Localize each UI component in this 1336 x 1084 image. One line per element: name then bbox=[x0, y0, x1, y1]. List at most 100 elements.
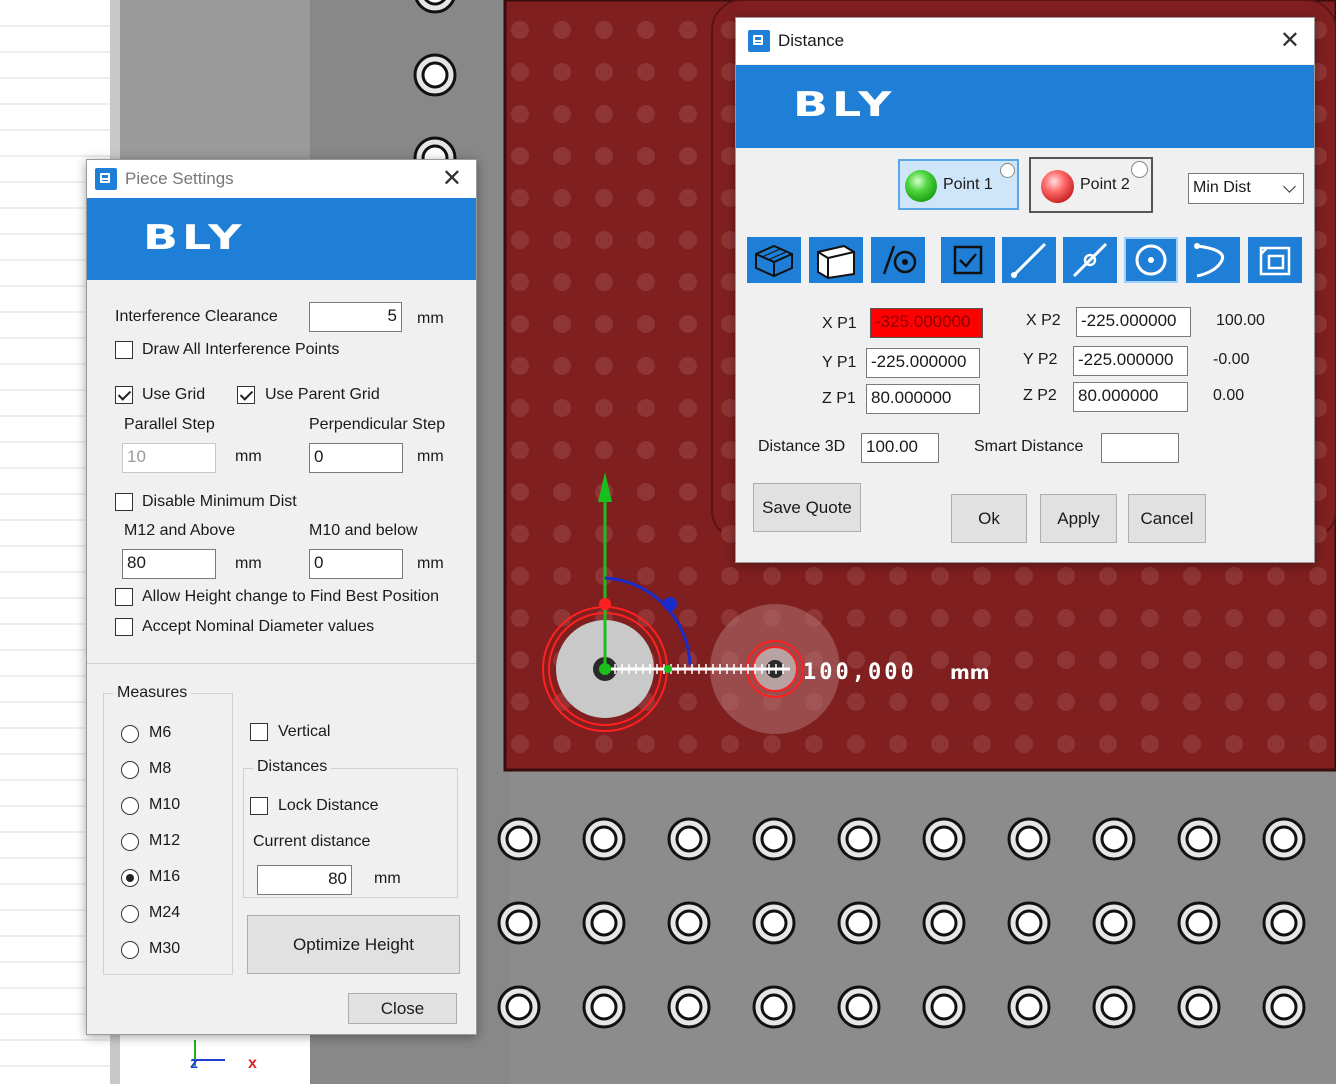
zp2-input[interactable]: 80.000000 bbox=[1073, 382, 1188, 412]
use-parent-grid-label: Use Parent Grid bbox=[265, 386, 380, 403]
vertical-label: Vertical bbox=[278, 723, 331, 740]
radio-button[interactable] bbox=[121, 905, 139, 923]
arc-icon[interactable] bbox=[1186, 237, 1240, 283]
point2-radio[interactable] bbox=[1131, 161, 1148, 178]
radio-m12[interactable]: M12 bbox=[121, 832, 211, 854]
radio-m10[interactable]: M10 bbox=[121, 796, 211, 818]
close-button[interactable]: Close bbox=[348, 993, 457, 1024]
lock-distance-checkbox[interactable] bbox=[250, 797, 268, 815]
box-solid-icon[interactable] bbox=[809, 237, 863, 283]
vertical-checkbox[interactable] bbox=[250, 723, 268, 741]
yp1-input[interactable]: -225.000000 bbox=[866, 348, 980, 378]
point2-label: Point 2 bbox=[1080, 176, 1130, 193]
parallel-step-label: Parallel Step bbox=[124, 416, 215, 433]
axis-x-label: x bbox=[248, 1055, 257, 1072]
mode-select[interactable]: Min Dist bbox=[1188, 173, 1304, 204]
face-icon[interactable] bbox=[1248, 237, 1302, 283]
lock-distance-label: Lock Distance bbox=[278, 797, 379, 814]
measures-group-title: Measures bbox=[113, 684, 192, 702]
apply-button[interactable]: Apply bbox=[1040, 494, 1117, 543]
close-icon[interactable]: ✕ bbox=[1280, 29, 1300, 53]
cancel-button[interactable]: Cancel bbox=[1128, 494, 1206, 543]
zp2-label: Z P2 bbox=[1023, 387, 1057, 404]
disable-min-dist-checkbox[interactable] bbox=[115, 493, 133, 511]
app-icon bbox=[95, 168, 117, 190]
title-bar[interactable]: Distance ✕ bbox=[736, 18, 1314, 64]
title-bar[interactable]: Piece Settings ✕ bbox=[87, 160, 476, 198]
mode-value: Min Dist bbox=[1193, 179, 1251, 196]
point1-radio[interactable] bbox=[1000, 163, 1015, 178]
radio-button[interactable] bbox=[121, 833, 139, 851]
piece-settings-dialog: Piece Settings ✕ BLY Interference Cleara… bbox=[86, 159, 477, 1035]
dialog-title: Piece Settings bbox=[125, 169, 234, 188]
app-icon bbox=[748, 30, 770, 52]
distance3d-input[interactable]: 100.00 bbox=[861, 433, 939, 463]
point1-button[interactable]: Point 1 bbox=[898, 159, 1019, 210]
smart-distance-input[interactable] bbox=[1101, 433, 1179, 463]
current-distance-input[interactable]: 80 bbox=[257, 865, 352, 895]
zp1-input[interactable]: 80.000000 bbox=[866, 384, 980, 414]
smart-distance-label: Smart Distance bbox=[974, 438, 1084, 455]
mm-label: mm bbox=[417, 310, 444, 327]
zp1-label: Z P1 bbox=[822, 390, 856, 407]
radio-button[interactable] bbox=[121, 869, 139, 887]
yp1-label: Y P1 bbox=[822, 354, 857, 371]
perpendicular-step-label: Perpendicular Step bbox=[309, 416, 446, 433]
xp1-input[interactable]: -325.000000 bbox=[870, 308, 983, 338]
box-wire-icon[interactable] bbox=[747, 237, 801, 283]
allow-height-checkbox[interactable] bbox=[115, 588, 133, 606]
mm-label: mm bbox=[235, 555, 262, 572]
interference-clearance-input[interactable]: 5 bbox=[309, 302, 402, 332]
xp2-label: X P2 bbox=[1026, 312, 1061, 329]
point2-button[interactable]: Point 2 bbox=[1029, 157, 1153, 213]
m12-above-input[interactable]: 80 bbox=[122, 549, 216, 579]
radio-m30[interactable]: M30 bbox=[121, 940, 211, 962]
draw-all-points-checkbox[interactable] bbox=[115, 341, 133, 359]
m10-below-label: M10 and below bbox=[309, 522, 418, 539]
parallel-step-input[interactable]: 10 bbox=[122, 443, 216, 473]
bly-logo: BLY bbox=[793, 85, 896, 125]
close-icon[interactable]: ✕ bbox=[442, 167, 462, 191]
yp2-input[interactable]: -225.000000 bbox=[1073, 346, 1188, 376]
radio-button[interactable] bbox=[121, 761, 139, 779]
distance-dialog: Distance ✕ BLY Point 1 Point 2 Min Dist bbox=[735, 17, 1315, 563]
measure-unit: mm bbox=[950, 662, 990, 684]
yp2-label: Y P2 bbox=[1023, 351, 1058, 368]
mm-label: mm bbox=[417, 448, 444, 465]
radio-button[interactable] bbox=[121, 725, 139, 743]
line-icon[interactable] bbox=[1002, 237, 1056, 283]
disable-min-dist-label: Disable Minimum Dist bbox=[142, 493, 297, 510]
radio-m24[interactable]: M24 bbox=[121, 904, 211, 926]
radio-button[interactable] bbox=[121, 941, 139, 959]
xp1-label: X P1 bbox=[822, 315, 857, 332]
bly-logo: BLY bbox=[143, 218, 246, 258]
xp2-input[interactable]: -225.000000 bbox=[1076, 307, 1191, 337]
radio-m6[interactable]: M6 bbox=[121, 724, 211, 746]
use-grid-checkbox[interactable] bbox=[115, 386, 133, 404]
accept-nominal-checkbox[interactable] bbox=[115, 618, 133, 636]
m10-below-input[interactable]: 0 bbox=[309, 549, 403, 579]
optimize-height-button[interactable]: Optimize Height bbox=[247, 915, 460, 974]
dz-value: 0.00 bbox=[1213, 387, 1245, 404]
chevron-down-icon bbox=[1283, 180, 1296, 193]
radio-m16[interactable]: M16 bbox=[121, 868, 211, 890]
radio-label: M12 bbox=[149, 832, 181, 849]
green-sphere-icon bbox=[905, 170, 937, 202]
checkbox-icon[interactable] bbox=[941, 237, 995, 283]
line-point-icon[interactable] bbox=[1063, 237, 1117, 283]
mm-label: mm bbox=[235, 448, 262, 465]
radio-button[interactable] bbox=[121, 797, 139, 815]
line-circle-icon[interactable] bbox=[871, 237, 925, 283]
mm-label: mm bbox=[417, 555, 444, 572]
radio-label: M10 bbox=[149, 796, 181, 813]
distance3d-label: Distance 3D bbox=[758, 438, 846, 455]
radio-m8[interactable]: M8 bbox=[121, 760, 211, 782]
radio-label: M16 bbox=[149, 868, 181, 885]
use-parent-grid-checkbox[interactable] bbox=[237, 386, 255, 404]
ok-button[interactable]: Ok bbox=[951, 494, 1027, 543]
dy-value: -0.00 bbox=[1213, 351, 1250, 368]
save-quote-button[interactable]: Save Quote bbox=[753, 483, 861, 532]
perpendicular-step-input[interactable]: 0 bbox=[309, 443, 403, 473]
circle-center-icon[interactable] bbox=[1124, 237, 1178, 283]
banner: BLY bbox=[736, 65, 1314, 148]
